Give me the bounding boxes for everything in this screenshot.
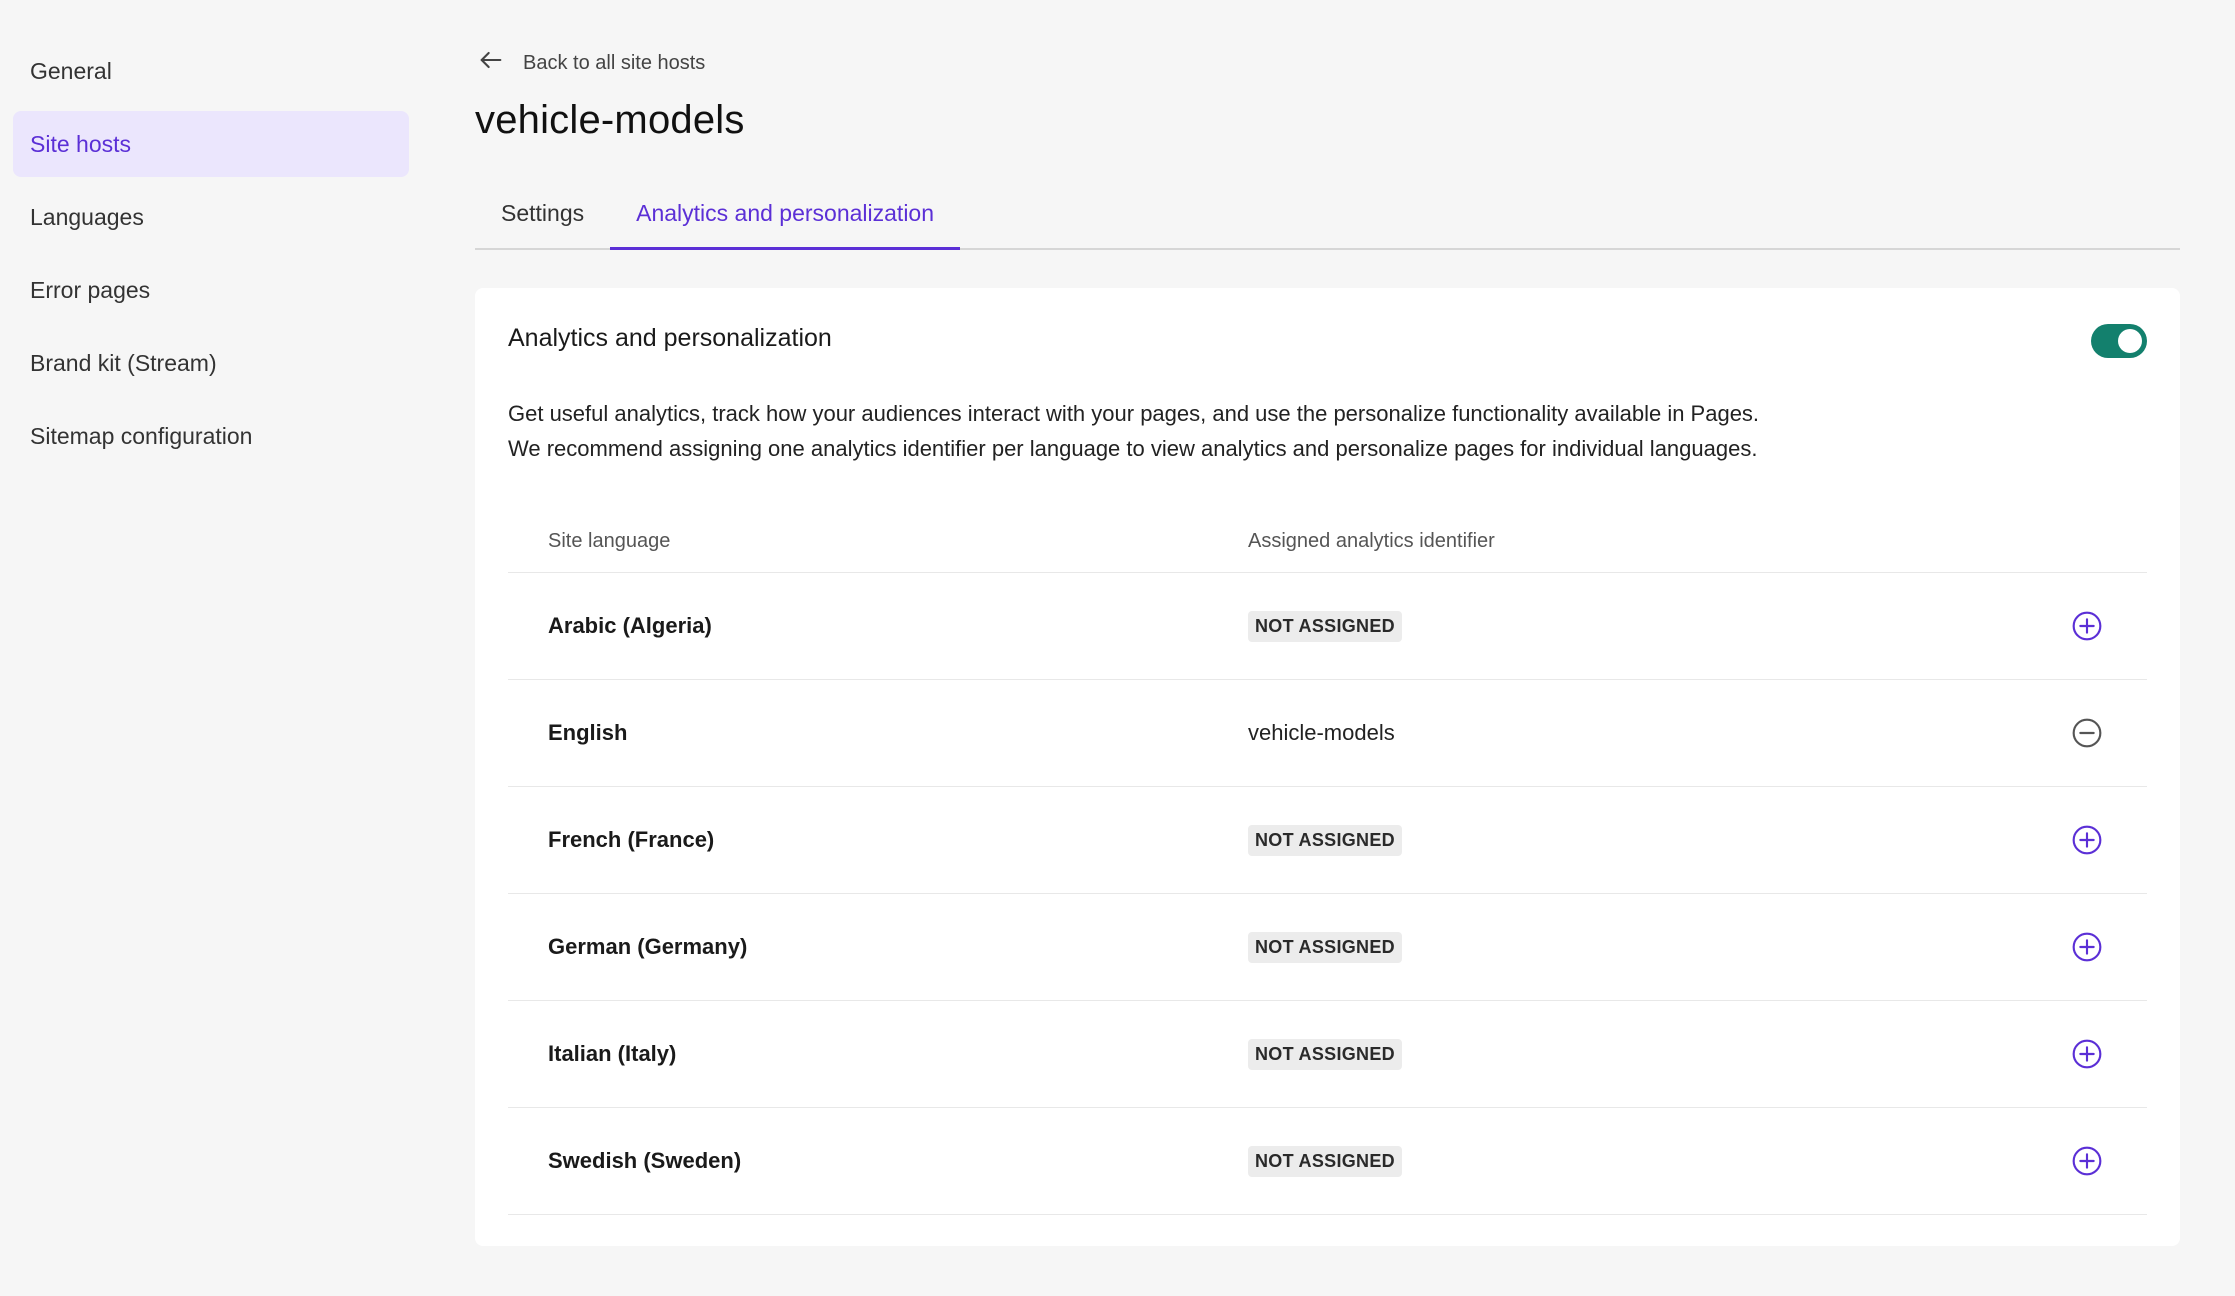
add-identifier-button[interactable] bbox=[2069, 608, 2105, 644]
plus-circle-icon bbox=[2072, 1146, 2102, 1176]
plus-circle-icon bbox=[2072, 932, 2102, 962]
tab-settings[interactable]: Settings bbox=[475, 188, 610, 248]
sidebar-item-brand-kit[interactable]: Brand kit (Stream) bbox=[13, 330, 409, 396]
sidebar-item-label: Error pages bbox=[30, 276, 151, 303]
language-name: English bbox=[548, 720, 628, 745]
remove-identifier-button[interactable] bbox=[2069, 715, 2105, 751]
sidebar-item-label: Languages bbox=[30, 203, 144, 230]
tab-bar: Settings Analytics and personalization bbox=[475, 188, 2180, 250]
sidebar: General Site hosts Languages Error pages… bbox=[13, 38, 409, 476]
card-title: Analytics and personalization bbox=[508, 324, 832, 352]
table-row: Swedish (Sweden) NOT ASSIGNED bbox=[508, 1108, 2147, 1215]
sidebar-item-label: Sitemap configuration bbox=[30, 422, 253, 449]
sidebar-item-label: General bbox=[30, 57, 112, 84]
sidebar-item-sitemap-configuration[interactable]: Sitemap configuration bbox=[13, 403, 409, 469]
sidebar-item-label: Site hosts bbox=[30, 130, 131, 157]
plus-circle-icon bbox=[2072, 611, 2102, 641]
sidebar-item-error-pages[interactable]: Error pages bbox=[13, 257, 409, 323]
add-identifier-button[interactable] bbox=[2069, 1036, 2105, 1072]
sidebar-item-general[interactable]: General bbox=[13, 38, 409, 104]
status-badge: NOT ASSIGNED bbox=[1248, 931, 1402, 963]
card-description: Get useful analytics, track how your aud… bbox=[508, 396, 2108, 466]
analytics-toggle[interactable] bbox=[2091, 324, 2147, 358]
status-badge: NOT ASSIGNED bbox=[1248, 1145, 1402, 1177]
table-row: French (France) NOT ASSIGNED bbox=[508, 787, 2147, 894]
toggle-knob bbox=[2118, 329, 2142, 353]
language-name: German (Germany) bbox=[548, 934, 748, 959]
table-row: Italian (Italy) NOT ASSIGNED bbox=[508, 1001, 2147, 1108]
language-name: Swedish (Sweden) bbox=[548, 1148, 742, 1173]
language-name: Arabic (Algeria) bbox=[548, 613, 712, 638]
arrow-left-icon bbox=[477, 46, 505, 80]
back-link-label: Back to all site hosts bbox=[523, 51, 706, 74]
tab-analytics-and-personalization[interactable]: Analytics and personalization bbox=[610, 188, 960, 250]
sidebar-item-label: Brand kit (Stream) bbox=[30, 349, 217, 376]
table-row: Arabic (Algeria) NOT ASSIGNED bbox=[508, 573, 2147, 680]
plus-circle-icon bbox=[2072, 1039, 2102, 1069]
sidebar-item-languages[interactable]: Languages bbox=[13, 184, 409, 250]
identifier-value: vehicle-models bbox=[1248, 720, 1395, 745]
tab-label: Analytics and personalization bbox=[636, 200, 935, 226]
column-header-identifier: Assigned analytics identifier bbox=[1248, 529, 1495, 552]
table-row: German (Germany) NOT ASSIGNED bbox=[508, 894, 2147, 1001]
analytics-card: Analytics and personalization Get useful… bbox=[475, 288, 2180, 1246]
table-row: English vehicle-models bbox=[508, 680, 2147, 787]
plus-circle-icon bbox=[2072, 825, 2102, 855]
description-line-1: Get useful analytics, track how your aud… bbox=[508, 401, 1760, 426]
back-link[interactable]: Back to all site hosts bbox=[477, 46, 705, 80]
column-header-language: Site language bbox=[548, 529, 671, 552]
status-badge: NOT ASSIGNED bbox=[1248, 610, 1402, 642]
language-name: French (France) bbox=[548, 827, 715, 852]
language-table: Site language Assigned analytics identif… bbox=[508, 510, 2147, 1215]
status-badge: NOT ASSIGNED bbox=[1248, 824, 1402, 856]
table-header: Site language Assigned analytics identif… bbox=[508, 510, 2147, 573]
sidebar-item-site-hosts[interactable]: Site hosts bbox=[13, 111, 409, 177]
language-name: Italian (Italy) bbox=[548, 1041, 677, 1066]
add-identifier-button[interactable] bbox=[2069, 929, 2105, 965]
page-title: vehicle-models bbox=[475, 98, 745, 142]
minus-circle-icon bbox=[2072, 718, 2102, 748]
add-identifier-button[interactable] bbox=[2069, 822, 2105, 858]
status-badge: NOT ASSIGNED bbox=[1248, 1038, 1402, 1070]
description-line-2: We recommend assigning one analytics ide… bbox=[508, 436, 1758, 461]
add-identifier-button[interactable] bbox=[2069, 1143, 2105, 1179]
tab-label: Settings bbox=[501, 200, 585, 226]
